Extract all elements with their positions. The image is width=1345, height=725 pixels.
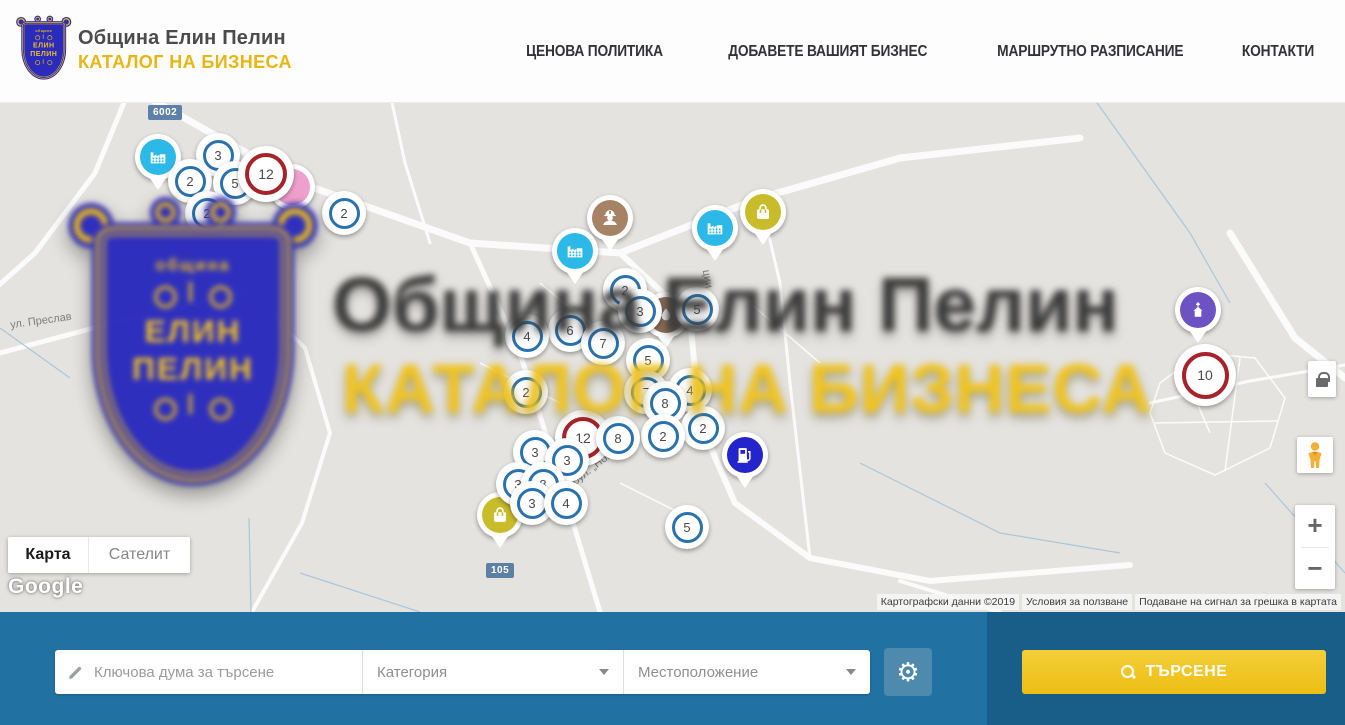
map-cluster[interactable]: 5 [665,505,709,549]
site-logo[interactable]: община ЕЛИН ПЕЛИН Община Елин Пелин КАТА… [20,19,292,81]
nav-contacts[interactable]: КОНТАКТИ [1242,43,1314,61]
chevron-down-icon [846,669,856,675]
map-pin-factory-icon[interactable] [552,228,598,274]
keyword-search-input[interactable] [94,664,350,681]
category-dropdown-label: Категория [377,664,447,681]
map-cluster[interactable]: 2 [681,406,725,450]
site-subtitle: КАТАЛОГ НА БИЗНЕСА [78,52,292,73]
search-fields: Категория Местоположение [55,650,870,694]
location-dropdown[interactable]: Местоположение [623,650,870,694]
map-cluster[interactable]: 2 [641,414,685,458]
map-cluster[interactable]: 7 [581,321,625,365]
search-button-label: ТЪРСЕНЕ [1146,663,1228,681]
nav-add-your-business[interactable]: ДОБАВЕТЕ ВАШИЯТ БИЗНЕС [728,43,927,61]
map-type-map-button[interactable]: Карта [8,537,88,573]
search-button[interactable]: ТЪРСЕНЕ [1022,650,1326,694]
google-map[interactable]: 6002105ул. Преславбул. „Новоселции 32512… [0,103,1345,612]
map-cluster[interactable]: 2 [185,191,229,235]
map-pin-fuel-icon[interactable] [722,432,768,478]
map-cluster[interactable]: 3 [618,289,662,333]
gear-icon: ⚙ [896,659,919,685]
map-cluster[interactable]: 4 [544,481,588,525]
emblem-name-line1: ЕЛИН [33,41,54,49]
nav-pricing-policy[interactable]: ЦЕНОВА ПОЛИТИКА [526,43,663,61]
pegman-button[interactable] [1297,437,1333,473]
municipality-emblem-icon: община ЕЛИН ПЕЛИН [20,19,68,81]
nav-route-schedule[interactable]: МАРШРУТНО РАЗПИСАНИЕ [997,43,1183,61]
zoom-in-button[interactable]: + [1295,505,1335,547]
header: община ЕЛИН ПЕЛИН Община Елин Пелин КАТА… [0,0,1345,103]
location-dropdown-label: Местоположение [638,664,758,681]
map-pin-worker-icon[interactable] [587,195,633,241]
attribution-copyright: Картографски данни ©2019 [877,594,1019,610]
map-cluster[interactable]: 12 [238,146,294,202]
map-attribution: Картографски данни ©2019 Условия за полз… [877,594,1341,610]
streetview-lock-button[interactable] [1308,361,1336,397]
attribution-report-error-link[interactable]: Подаване на сигнал за грешка в картата [1135,594,1341,610]
site-title: Община Елин Пелин [78,27,292,50]
keyword-field-wrap [55,650,362,694]
advanced-settings-button[interactable]: ⚙ [884,648,932,696]
map-pin-church-icon[interactable] [1175,287,1221,333]
chevron-down-icon [599,669,609,675]
attribution-terms-link[interactable]: Условия за ползване [1022,594,1132,610]
search-panel: Категория Местоположение ⚙ ТЪРСЕНЕ [0,612,1345,725]
map-cluster[interactable]: 2 [504,370,548,414]
pencil-icon [67,664,84,681]
road-number-badge: 105 [486,563,514,578]
map-cluster[interactable]: 8 [596,416,640,460]
road-number-badge: 6002 [148,105,182,120]
emblem-name-line2: ПЕЛИН [30,50,57,58]
map-pin-factory-icon[interactable] [692,205,738,251]
zoom-control: + − [1295,505,1335,589]
zoom-out-button[interactable]: − [1295,548,1335,590]
map-cluster[interactable]: 10 [1174,344,1236,406]
pegman-icon [1303,441,1327,469]
search-icon [1121,665,1136,680]
map-pin-bag-icon[interactable] [740,189,786,235]
emblem-town-word: община [35,29,52,33]
google-logo[interactable]: Google [8,575,83,599]
lock-icon [1316,378,1328,387]
map-cluster[interactable]: 5 [675,287,719,331]
map-type-control: Карта Сателит [8,537,190,573]
map-cluster[interactable]: 4 [505,314,549,358]
map-cluster[interactable]: 2 [322,191,366,235]
main-nav: ЦЕНОВА ПОЛИТИКА ДОБАВЕТЕ ВАШИЯТ БИЗНЕС М… [515,0,1320,103]
map-type-satellite-button[interactable]: Сателит [88,537,190,573]
category-dropdown[interactable]: Категория [362,650,623,694]
